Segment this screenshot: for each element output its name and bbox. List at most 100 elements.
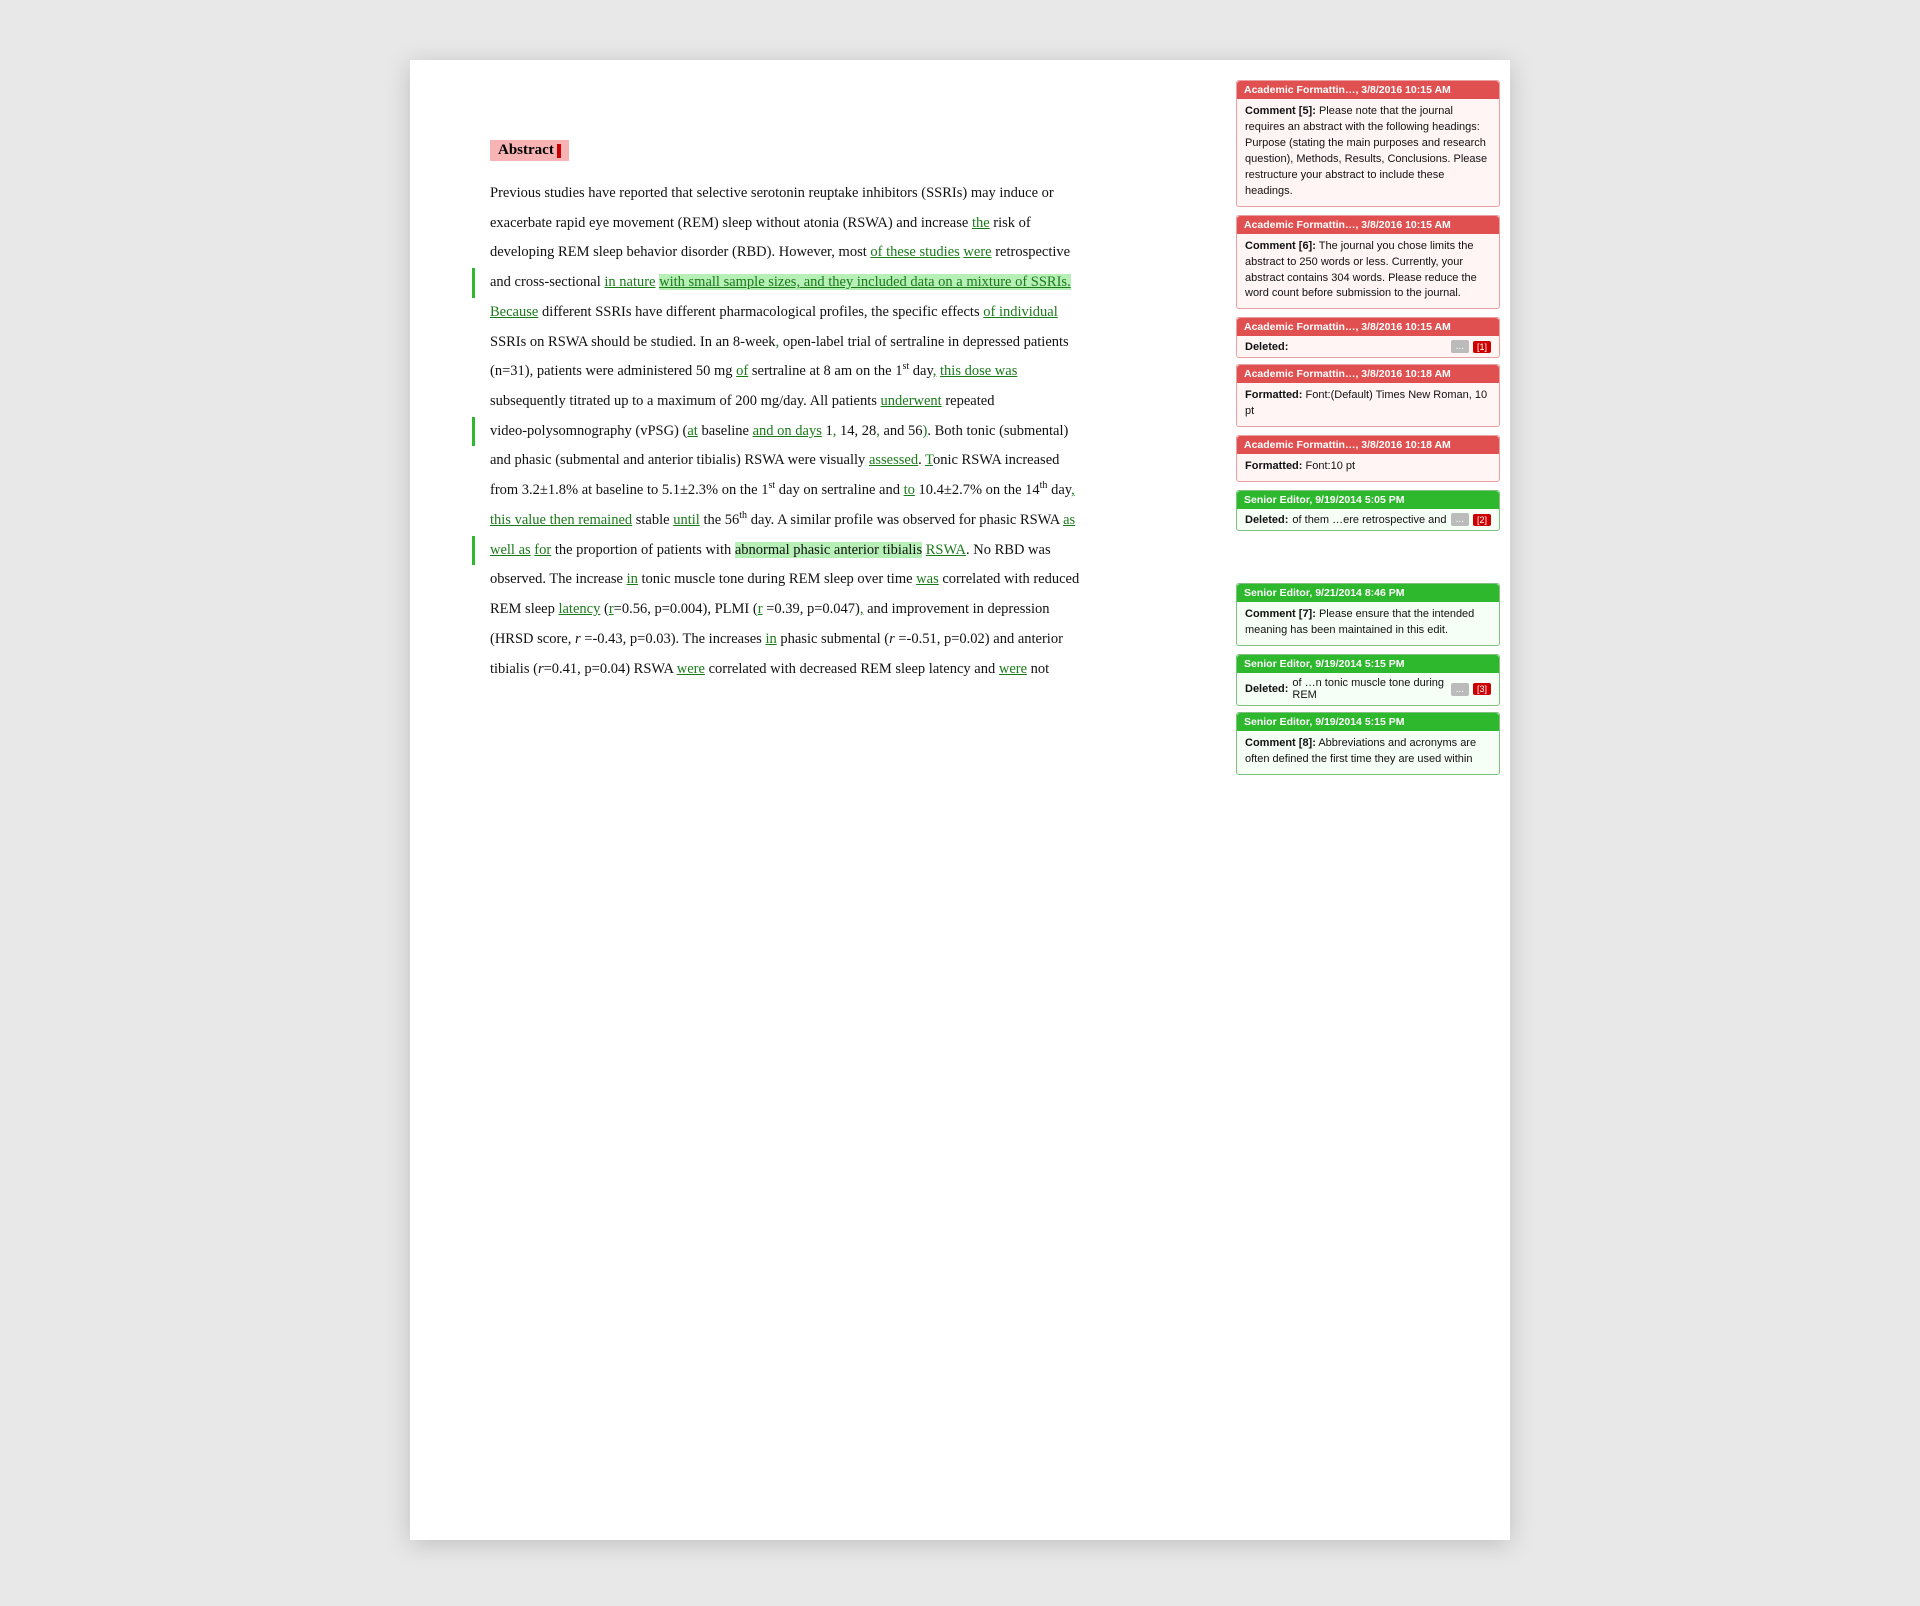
deleted-1-body: Deleted: ... [1] [1245, 340, 1491, 353]
tracked-well-as: well as [490, 542, 531, 558]
tracked-in2: in [765, 631, 776, 647]
comment-5-body: Comment [5]: Please note that the journa… [1245, 104, 1491, 200]
sidebar-area: Academic Formattin…, 3/8/2016 10:15 AM C… [1230, 60, 1510, 1540]
tracked-with-small: with small sample sizes, and they includ… [659, 274, 1071, 290]
para-4-wrap: and cross-sectional in nature with small… [490, 268, 1170, 298]
tracked-because: Because [490, 304, 538, 320]
tracked-were: were [963, 244, 991, 260]
formatted-2-body: Formatted: Font:10 pt [1245, 459, 1491, 475]
comment-8-date: 9/19/2014 5:15 PM [1315, 716, 1404, 728]
tracked-comma6: , [860, 601, 864, 617]
tracked-for: for [534, 542, 551, 558]
tracked-of-these-studies: of these studies [870, 244, 959, 260]
sidebar-spacer [1236, 537, 1500, 577]
comment-block-6[interactable]: Academic Formattin…, 3/8/2016 10:15 AM C… [1236, 215, 1500, 310]
tracked-were2: were [999, 661, 1027, 677]
tracked-comma: , [776, 334, 780, 350]
comment-block-7[interactable]: Senior Editor, 9/21/2014 8:46 PM Comment… [1236, 583, 1500, 646]
document-text: Previous studies have reported that sele… [490, 179, 1170, 684]
tracked-this-dose-was: this dose was [940, 363, 1017, 379]
deleted-3-ellipsis[interactable]: ... [1451, 683, 1469, 696]
document-area: Abstract Previous studies have reported … [410, 60, 1230, 1540]
deleted-1-ellipsis[interactable]: ... [1451, 340, 1469, 353]
deleted-block-3[interactable]: Senior Editor, 9/19/2014 5:15 PM Deleted… [1236, 654, 1500, 706]
formatted-block-2[interactable]: Academic Formattin…, 3/8/2016 10:18 AM F… [1236, 435, 1500, 482]
deleted-2-date: 9/19/2014 5:05 PM [1315, 494, 1404, 506]
comment-6-label: Comment [6]: [1245, 240, 1316, 252]
tracked-in: in [627, 571, 638, 587]
formatted-1-body: Formatted: Font:(Default) Times New Roma… [1245, 388, 1491, 420]
tracked-latency: latency [558, 601, 600, 617]
para-4: and cross-sectional in nature with small… [490, 268, 1170, 298]
deleted-1-author: Academic Formattin… [1244, 321, 1355, 333]
deleted-2-label: Deleted: [1245, 514, 1288, 526]
para-9: video-polysomnography (vPSG) (at baselin… [490, 417, 1170, 447]
para-13-wrap: well as for the proportion of patients w… [490, 536, 1170, 566]
change-bar-13 [472, 536, 475, 566]
tracked-of: of [736, 363, 748, 379]
abstract-heading: Abstract [490, 140, 569, 161]
para-2: exacerbate rapid eye movement (REM) slee… [490, 209, 1170, 239]
para-15: REM sleep latency (r=0.56, p=0.004), PLM… [490, 595, 1170, 625]
tracked-and-on-days: and on days [753, 423, 822, 439]
tracked-rswa: RSWA [926, 542, 966, 558]
comment-5-text: Please note that the journal requires an… [1245, 105, 1487, 197]
tracked-underwent: underwent [881, 393, 942, 409]
para-7: (n=31), patients were administered 50 mg… [490, 357, 1170, 387]
tracked-paren: ) [923, 423, 928, 439]
tracked-r2: r [758, 601, 763, 617]
para-11: from 3.2±1.8% at baseline to 5.1±2.3% on… [490, 476, 1170, 506]
comment-5-header: Academic Formattin…, 3/8/2016 10:15 AM [1237, 81, 1499, 99]
tracked-the: the [972, 215, 990, 231]
comment-8-label: Comment [8]: [1245, 737, 1316, 749]
formatted-2-author: Academic Formattin… [1244, 439, 1355, 451]
comment-7-author: Senior Editor [1244, 587, 1309, 599]
deleted-block-2[interactable]: Senior Editor, 9/19/2014 5:05 PM Deleted… [1236, 490, 1500, 531]
para-1: Previous studies have reported that sele… [490, 179, 1170, 209]
page-container: Abstract Previous studies have reported … [410, 60, 1510, 1540]
deleted-2-text: of them …ere retrospective and [1292, 514, 1446, 526]
comment-7-date: 9/21/2014 8:46 PM [1315, 587, 1404, 599]
para-6: SSRIs on RSWA should be studied. In an 8… [490, 328, 1170, 358]
comment-7-label: Comment [7]: [1245, 608, 1316, 620]
comment-8-author: Senior Editor [1244, 716, 1309, 728]
deleted-2-num: [2] [1473, 514, 1491, 526]
para-12: this value then remained stable until th… [490, 506, 1170, 536]
deleted-3-date: 9/19/2014 5:15 PM [1315, 658, 1404, 670]
tracked-assessed: assessed [869, 452, 918, 468]
deleted-3-num: [3] [1473, 683, 1491, 695]
tracked-comma4: , [876, 423, 880, 439]
tracked-as: as [1063, 512, 1075, 528]
change-bar-4 [472, 268, 475, 298]
comment-7-body: Comment [7]: Please ensure that the inte… [1245, 607, 1491, 639]
tracked-comma5: , [1071, 482, 1075, 498]
formatted-2-label: Formatted: [1245, 460, 1302, 472]
tracked-tonic: T [925, 452, 933, 468]
comment-6-author: Academic Formattin… [1244, 219, 1355, 231]
tracked-this-value: this value then remained [490, 512, 632, 528]
comment-7-header: Senior Editor, 9/21/2014 8:46 PM [1237, 584, 1499, 602]
tracked-in-nature: in nature [604, 274, 655, 290]
deleted-block-1[interactable]: Academic Formattin…, 3/8/2016 10:15 AM D… [1236, 317, 1500, 358]
comment-5-date: 3/8/2016 10:15 AM [1361, 84, 1451, 96]
tracked-of-individual: of individual [983, 304, 1058, 320]
deleted-3-label: Deleted: [1245, 683, 1288, 695]
formatted-1-author: Academic Formattin… [1244, 368, 1355, 380]
para-10: and phasic (submental and anterior tibia… [490, 446, 1170, 476]
deleted-2-ellipsis[interactable]: ... [1451, 513, 1469, 526]
formatted-1-label: Formatted: [1245, 389, 1302, 401]
formatted-2-date: 3/8/2016 10:18 AM [1361, 439, 1451, 451]
comment-block-5[interactable]: Academic Formattin…, 3/8/2016 10:15 AM C… [1236, 80, 1500, 207]
comment-block-8[interactable]: Senior Editor, 9/19/2014 5:15 PM Comment… [1236, 712, 1500, 775]
para-14: observed. The increase in tonic muscle t… [490, 565, 1170, 595]
formatted-block-1[interactable]: Academic Formattin…, 3/8/2016 10:18 AM F… [1236, 364, 1500, 427]
para-16: (HRSD score, r =-0.43, p=0.03). The incr… [490, 625, 1170, 655]
comment-8-body: Comment [8]: Abbreviations and acronyms … [1245, 736, 1491, 768]
comment-8-header: Senior Editor, 9/19/2014 5:15 PM [1237, 713, 1499, 731]
deleted-2-body: Deleted: of them …ere retrospective and … [1245, 513, 1491, 526]
comment-6-header: Academic Formattin…, 3/8/2016 10:15 AM [1237, 216, 1499, 234]
para-8: subsequently titrated up to a maximum of… [490, 387, 1170, 417]
deleted-2-author: Senior Editor [1244, 494, 1309, 506]
deleted-1-num: [1] [1473, 341, 1491, 353]
para-3: developing REM sleep behavior disorder (… [490, 238, 1170, 268]
